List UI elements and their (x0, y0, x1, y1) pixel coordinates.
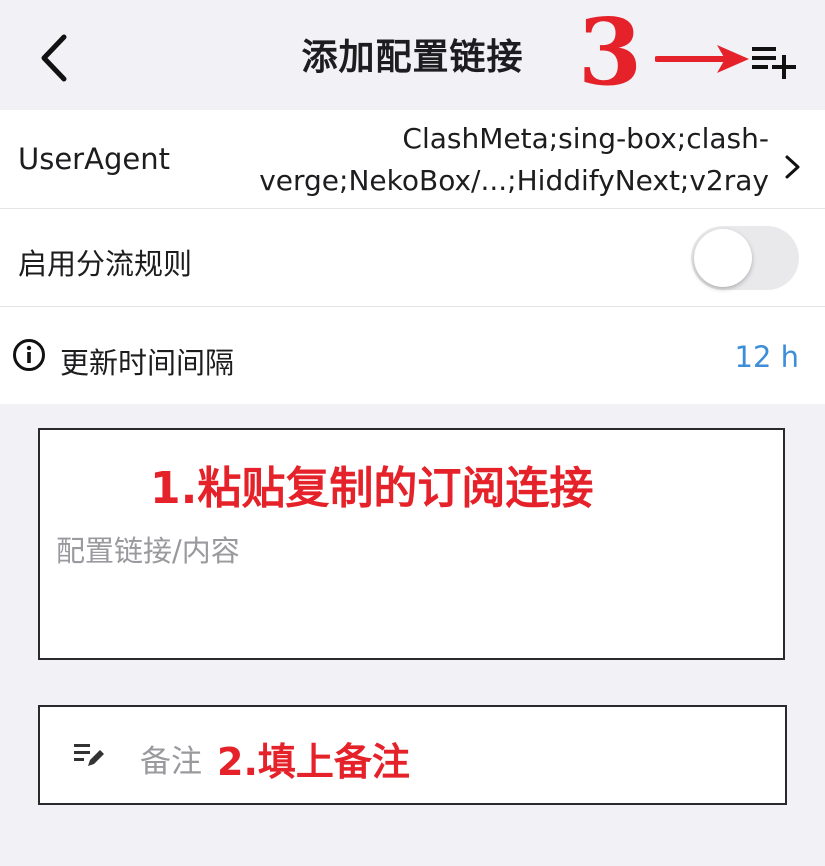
routing-rules-label: 启用分流规则 (18, 247, 193, 281)
toggle-knob (694, 229, 752, 287)
user-agent-label: UserAgent (18, 142, 170, 176)
edit-note-icon (74, 744, 104, 766)
annotation-step-1: 1.粘贴复制的订阅连接 (150, 463, 594, 514)
note-placeholder: 备注 (140, 744, 202, 780)
update-interval-row[interactable]: 更新时间间隔 (0, 307, 825, 404)
update-interval-label: 更新时间间隔 (60, 346, 235, 380)
user-agent-value-line1: ClashMeta;sing-box;clash- (402, 122, 769, 155)
user-agent-row[interactable]: UserAgent ClashMeta;sing-box;clash- verg… (0, 110, 825, 208)
update-interval-value[interactable]: 12 h (735, 340, 800, 374)
info-icon (13, 339, 45, 371)
annotation-step-3: 3 (578, 0, 643, 106)
user-agent-value-line2: verge;NekoBox/...;HiddifyNext;v2ray (259, 164, 769, 197)
config-link-placeholder: 配置链接/内容 (56, 534, 240, 568)
routing-rules-toggle[interactable] (691, 226, 799, 290)
annotation-step-2: 2.填上备注 (217, 740, 410, 784)
chevron-right-icon (785, 155, 800, 179)
user-agent-value: ClashMeta;sing-box;clash- verge;NekoBox/… (209, 118, 769, 202)
annotation-arrow-icon (655, 45, 749, 73)
nav-bar: 添加配置链接 3 (0, 0, 825, 110)
playlist-add-icon[interactable] (750, 41, 798, 81)
